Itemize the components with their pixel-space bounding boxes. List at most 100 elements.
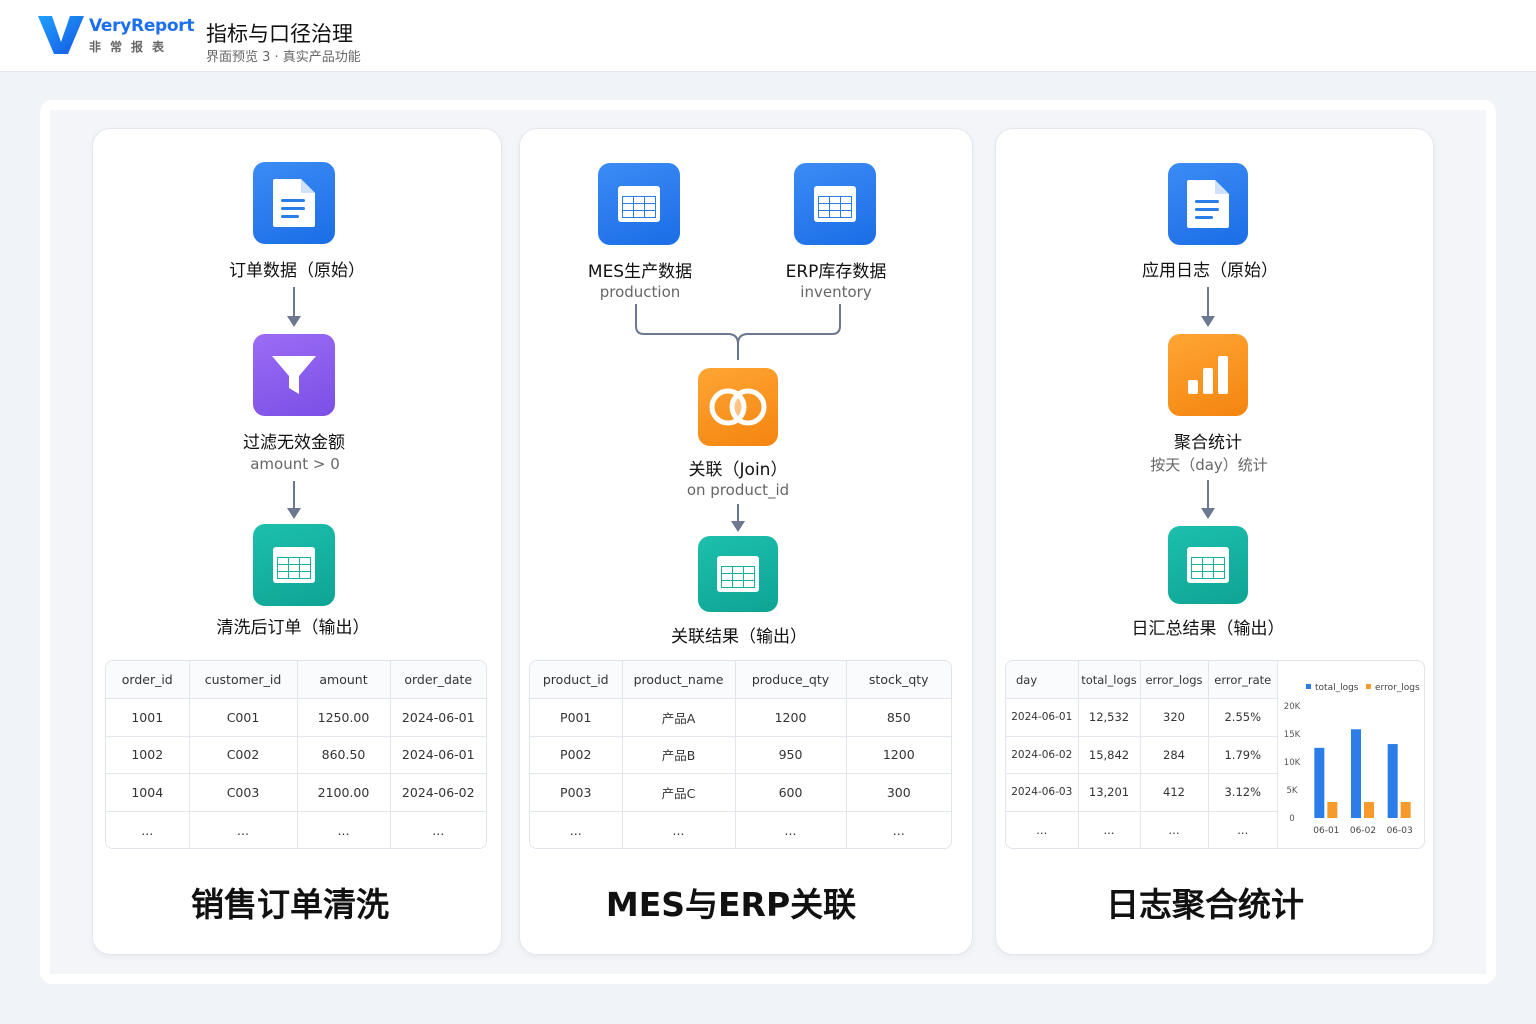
legend-label: total_logs	[1315, 683, 1359, 693]
flow-arrow	[731, 504, 745, 532]
daily-logs-bar-chart: total_logs error_logs 0 5K 10K 15K 20K 06-01 06-…	[1284, 683, 1420, 836]
table-cell: ...	[622, 811, 736, 848]
table-cell: 产品B	[622, 736, 736, 774]
top-bar: VeryReport 非常报表 指标与口径治理 界面预览 3 · 真实产品功能	[0, 0, 1536, 72]
veryreport-logo-icon	[38, 16, 84, 54]
bar-total_logs	[1387, 744, 1398, 818]
table-cell: 2024-06-01	[390, 736, 486, 774]
table-cell: 2024-06-03	[1006, 773, 1079, 812]
join-result-table: product_id product_name produce_qty stoc…	[529, 660, 952, 849]
column-header: product_name	[622, 661, 736, 699]
table-cell: 1200	[846, 736, 951, 774]
table-row: 1004 C003 2100.00 2024-06-02	[106, 773, 486, 812]
bar-error_logs	[1364, 802, 1374, 818]
table-cell: 320	[1140, 698, 1209, 737]
node-label-mes: MES生产数据	[587, 262, 693, 282]
table-row: 1002 C002 860.50 2024-06-01	[106, 736, 486, 774]
node-label-aggregate: 聚合统计	[1174, 433, 1242, 453]
table-cell: 1.79%	[1208, 736, 1278, 774]
table-cell: C002	[189, 736, 298, 774]
x-tick-label: 06-02	[1350, 826, 1376, 836]
column-header: day	[1006, 661, 1079, 699]
column-header: amount	[297, 661, 391, 699]
bar-error_logs	[1327, 802, 1338, 818]
table-cell: 412	[1140, 773, 1209, 812]
bar-total_logs	[1351, 729, 1361, 818]
join-icon	[698, 368, 778, 446]
table-cell: 1200	[735, 698, 847, 737]
table-icon	[253, 524, 335, 606]
document-icon	[1168, 163, 1248, 245]
table-header-row: order_id customer_id amount order_date	[106, 661, 486, 699]
table-cell: ...	[297, 811, 391, 848]
table-cell: ...	[530, 811, 623, 848]
flow-arrow	[1201, 287, 1215, 327]
table-cell: ...	[1140, 811, 1209, 848]
table-cell: 860.50	[297, 736, 391, 774]
table-row: P001 产品A 1200 850	[530, 698, 951, 737]
table-cell: ...	[106, 811, 190, 848]
bar-total_logs	[1314, 747, 1325, 818]
column-header: total_logs	[1078, 661, 1141, 699]
table-cell: 1004	[106, 773, 190, 812]
table-cell: 产品C	[622, 773, 736, 812]
column-header: product_id	[530, 661, 623, 699]
bar-chart-icon	[1168, 334, 1248, 416]
table-icon	[1168, 526, 1248, 604]
document-icon	[253, 162, 335, 244]
column-header: error_rate	[1208, 661, 1278, 699]
page-subtitle: 界面预览 3 · 真实产品功能	[206, 50, 361, 65]
orders-table: order_id customer_id amount order_date 1…	[105, 660, 487, 849]
table-cell: 13,201	[1078, 773, 1141, 812]
table-cell: 850	[846, 698, 951, 737]
y-tick-label: 5K	[1287, 786, 1298, 796]
node-label-join-result: 关联结果（输出）	[671, 627, 807, 647]
legend-swatch	[1306, 684, 1311, 689]
table-row: 1001 C001 1250.00 2024-06-01	[106, 698, 486, 737]
column-header: stock_qty	[846, 661, 951, 699]
node-label-join: 关联（Join）	[688, 460, 788, 480]
column-header: error_logs	[1140, 661, 1209, 699]
y-tick-label: 15K	[1284, 730, 1301, 740]
table-icon	[794, 163, 876, 245]
brand-name: VeryReport	[89, 16, 195, 36]
page-title: 指标与口径治理	[206, 22, 353, 46]
table-cell: P001	[530, 698, 623, 737]
x-tick-label: 06-01	[1313, 826, 1339, 836]
node-label-daily-summary: 日汇总结果（输出）	[1131, 619, 1285, 639]
node-label-erp: ERP库存数据	[785, 262, 887, 282]
table-cell: 300	[846, 773, 951, 812]
card-title: 日志聚合统计	[1106, 885, 1304, 924]
flow-arrow	[287, 481, 301, 519]
x-tick-label: 06-03	[1387, 826, 1413, 836]
table-cell: 3.12%	[1208, 773, 1278, 812]
y-tick-label: 10K	[1284, 758, 1301, 768]
table-cell: 2024-06-02	[390, 773, 486, 812]
table-cell: 2024-06-01	[1006, 698, 1079, 737]
filter-icon	[253, 334, 335, 416]
node-sub-filter: amount > 0	[250, 455, 340, 473]
node-label-clean-orders: 清洗后订单（输出）	[216, 618, 370, 638]
table-row: ............	[1006, 811, 1278, 848]
table-cell: ...	[1237, 823, 1249, 837]
table-cell: ...	[432, 822, 445, 838]
node-label-raw-logs: 应用日志（原始）	[1142, 261, 1278, 281]
table-cell: 12,532	[1078, 698, 1141, 737]
y-tick-label: 20K	[1284, 702, 1301, 712]
table-header-row: product_id product_name produce_qty stoc…	[530, 661, 951, 699]
column-header: customer_id	[189, 661, 298, 699]
flow-arrow	[1201, 480, 1215, 519]
table-cell: ...	[1078, 811, 1141, 848]
column-header: order_date	[390, 661, 486, 699]
table-cell: 2024-06-02	[1006, 736, 1079, 774]
table-row: P003 产品C 600 300	[530, 773, 951, 812]
node-sub-mes: production	[599, 283, 681, 301]
table-cell: 产品A	[622, 698, 736, 737]
column-header: order_id	[106, 661, 190, 699]
table-cell: 2100.00	[297, 773, 391, 812]
node-label-filter: 过滤无效金额	[243, 433, 345, 453]
table-cell: 2.55%	[1208, 698, 1278, 737]
table-row: ............	[106, 811, 486, 848]
table-cell: ...	[892, 822, 905, 838]
table-cell: 600	[735, 773, 847, 812]
